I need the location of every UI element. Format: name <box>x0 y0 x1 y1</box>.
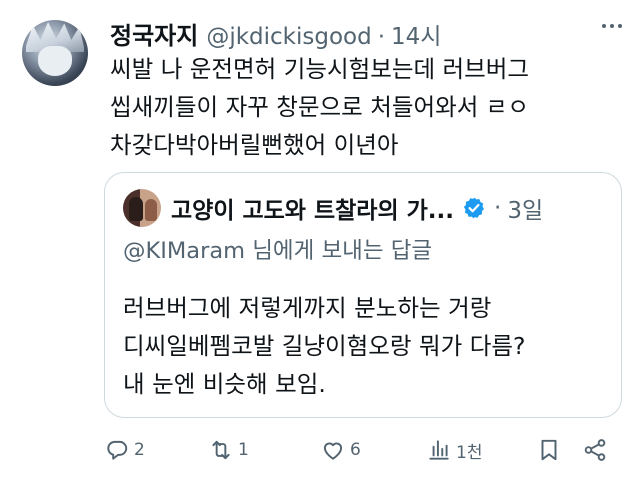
avatar-face <box>38 46 72 76</box>
retweet-count: 1 <box>238 440 249 460</box>
post[interactable]: 정국자지 @jkdickisgood · 14시 씨발 나 운전면허 기능시험보… <box>0 0 640 483</box>
separator-dot: · <box>377 24 386 50</box>
post-text: 씨발 나 운전면허 기능시험보는데 러브버그 씹새끼들이 자꾸 창문으로 처들어… <box>110 50 620 164</box>
reply-button[interactable]: 2 <box>104 432 145 468</box>
author-display-name[interactable]: 정국자지 <box>110 16 198 51</box>
more-dots-icon[interactable] <box>602 24 622 28</box>
post-header: 정국자지 @jkdickisgood · 14시 <box>110 16 620 51</box>
action-bar: 2 1 6 1천 <box>104 432 622 468</box>
quote-text-line: 디씨일베펨코발 길냥이혐오랑 뭐가 다름? <box>123 332 526 360</box>
verified-badge-icon <box>463 197 484 219</box>
quote-text-line: 내 눈엔 비슷해 보임. <box>123 370 326 398</box>
post-text-line: 차갖다박아버릴뻔했어 이년아 <box>110 131 399 159</box>
quote-author-avatar <box>123 189 161 227</box>
views-count: 1천 <box>456 442 483 463</box>
reply-icon <box>107 440 128 460</box>
quote-separator-dot: · <box>494 195 502 221</box>
share-button[interactable] <box>582 432 608 468</box>
post-time[interactable]: 14시 <box>391 17 441 51</box>
author-avatar[interactable] <box>22 20 88 86</box>
retweet-button[interactable]: 1 <box>208 432 249 468</box>
share-icon <box>584 439 606 461</box>
like-count: 6 <box>350 440 361 460</box>
views-button[interactable]: 1천 <box>426 432 482 468</box>
quote-reply-context: @KIMaram 님에게 보내는 답글 <box>123 238 433 264</box>
quote-text-line: 러브버그에 저렇게까지 분노하는 거랑 <box>123 294 492 322</box>
post-text-line: 씨발 나 운전면허 기능시험보는데 러브버그 <box>110 55 530 83</box>
retweet-icon <box>212 440 230 460</box>
quote-header: 고양이 고도와 트찰라의 가... · 3일 <box>171 191 609 225</box>
like-button[interactable]: 6 <box>320 432 361 468</box>
quote-author-name: 고양이 고도와 트찰라의 가... <box>171 198 454 224</box>
quote-text: 러브버그에 저렇게까지 분노하는 거랑 디씨일베펨코발 길냥이혐오랑 뭐가 다름… <box>123 289 613 403</box>
bookmark-icon <box>541 439 557 461</box>
heart-icon <box>323 442 343 460</box>
post-text-line: 씹새끼들이 자꾸 창문으로 처들어와서 ㄹㅇ <box>110 93 530 121</box>
author-handle[interactable]: @jkdickisgood <box>206 24 371 50</box>
quote-time: 3일 <box>507 198 544 224</box>
quoted-post[interactable]: 고양이 고도와 트찰라의 가... · 3일 @KIMaram 님에게 보내는 … <box>104 172 622 418</box>
views-icon <box>429 440 449 460</box>
bookmark-button[interactable] <box>536 432 562 468</box>
reply-count: 2 <box>134 440 145 460</box>
